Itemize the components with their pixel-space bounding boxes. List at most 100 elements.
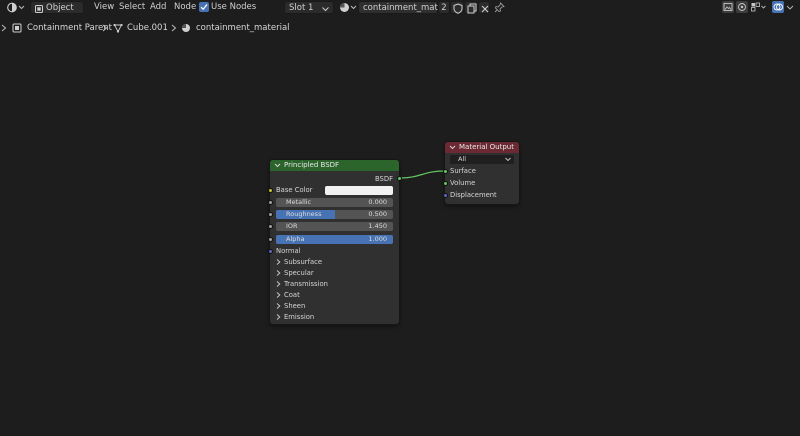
alpha-field[interactable]: Alpha 1.000 [276, 235, 393, 244]
snap-grid-icon [751, 2, 766, 12]
ior-label: IOR [286, 222, 298, 230]
target-dropdown[interactable]: All [450, 154, 514, 164]
chevron-right-icon [276, 270, 281, 276]
bsdf-output-socket[interactable] [396, 176, 402, 181]
panel-label: Emission [284, 313, 315, 321]
menu-view[interactable]: View [94, 1, 114, 14]
base-color-swatch[interactable] [325, 185, 393, 195]
metallic-value: 0.000 [368, 198, 387, 206]
surface-label: Surface [450, 167, 476, 175]
base-color-socket[interactable] [267, 188, 273, 193]
surface-socket[interactable] [442, 168, 448, 174]
menu-add[interactable]: Add [150, 1, 166, 14]
shader-editor-icon [7, 2, 25, 13]
chevron-right-icon [1, 24, 7, 32]
panel-label: Transmission [284, 280, 328, 288]
pin-button[interactable] [494, 2, 505, 13]
ior-value: 1.450 [368, 222, 387, 230]
target-value: All [458, 154, 467, 163]
roughness-field[interactable]: Roughness 0.500 [276, 210, 393, 219]
node-header[interactable]: Principled BSDF [270, 160, 399, 171]
normal-label: Normal [276, 247, 301, 255]
menu-node[interactable]: Node [174, 1, 196, 14]
mode-dropdown[interactable]: Object [30, 1, 84, 14]
editor-type-dropdown[interactable] [6, 1, 26, 14]
material-sphere-icon [182, 24, 190, 32]
normal-socket[interactable] [267, 249, 273, 254]
snap-options-dropdown[interactable] [750, 1, 768, 13]
duplicate-material-button[interactable] [464, 1, 478, 14]
node-title: Material Output [459, 143, 514, 151]
principled-bsdf-node[interactable]: Principled BSDF BSDF Base Color Metallic… [267, 160, 402, 324]
bsdf-output-label: BSDF [374, 175, 393, 183]
roughness-socket[interactable] [267, 212, 273, 217]
object-mode-icon [35, 4, 43, 13]
checkmark-icon [200, 4, 208, 11]
user-count-button[interactable]: 2 [438, 1, 450, 14]
use-nodes-label[interactable]: Use Nodes [211, 1, 256, 14]
base-color-label: Base Color [276, 186, 313, 194]
node-editor-header: Object View Select Add Node Use Nodes Sl… [0, 0, 800, 15]
unlink-material-button[interactable] [478, 1, 490, 14]
backdrop-button[interactable] [722, 1, 734, 13]
metallic-label: Metallic [286, 198, 312, 206]
use-nodes-checkbox[interactable] [199, 2, 209, 12]
slot-dropdown[interactable]: Slot 1 [284, 1, 334, 14]
displacement-label: Displacement [450, 191, 497, 199]
chevron-down-icon [322, 6, 329, 11]
overlays-dropdown[interactable] [785, 1, 795, 13]
material-name-field[interactable]: containment_material [358, 1, 457, 14]
chevron-right-icon [276, 303, 281, 309]
shield-icon [453, 3, 463, 14]
breadcrumb-material: containment_material [196, 23, 290, 33]
slot-label: Slot 1 [289, 3, 314, 13]
breadcrumb-mesh: Cube.001 [127, 23, 168, 33]
material-output-node[interactable]: Material Output All Surface Volume Displ… [442, 142, 519, 204]
object-icon [12, 23, 22, 33]
volume-socket[interactable] [442, 180, 448, 186]
roughness-label: Roughness [286, 210, 322, 218]
chevron-down-icon [505, 157, 511, 161]
panel-label: Sheen [284, 302, 306, 310]
snap-icon [738, 3, 746, 11]
chevron-right-icon [171, 24, 177, 32]
image-icon [723, 3, 733, 11]
duplicate-icon [467, 3, 477, 14]
panel-label: Subsurface [284, 258, 323, 266]
node-header[interactable]: Material Output [445, 142, 519, 153]
chevron-right-icon [276, 281, 281, 287]
metallic-field[interactable]: Metallic 0.000 [276, 198, 393, 207]
panel-label: Coat [284, 291, 300, 299]
chevron-right-icon [102, 24, 108, 32]
ior-field[interactable]: IOR 1.450 [276, 222, 393, 231]
snap-toggle-button[interactable] [736, 1, 748, 13]
close-icon [481, 5, 489, 12]
roughness-value: 0.500 [368, 210, 387, 218]
menu-select[interactable]: Select [119, 1, 145, 14]
chevron-down-icon[interactable] [449, 142, 456, 153]
node-link [399, 170, 445, 179]
chevron-down-icon[interactable] [274, 160, 281, 171]
mesh-icon [113, 23, 123, 33]
alpha-label: Alpha [286, 235, 305, 243]
panel-label: Specular [284, 269, 314, 277]
volume-label: Volume [450, 179, 476, 187]
browse-material-button[interactable] [338, 1, 358, 14]
overlays-button[interactable] [772, 1, 784, 13]
chevron-right-icon [276, 314, 281, 320]
ior-socket[interactable] [267, 224, 273, 229]
user-count: 2 [441, 3, 447, 13]
chevron-right-icon [276, 292, 281, 298]
fake-user-button[interactable] [450, 1, 464, 14]
node-title: Principled BSDF [284, 161, 340, 169]
mode-label: Object [46, 3, 74, 13]
material-sphere-icon [340, 3, 357, 12]
chevron-down-icon [786, 5, 794, 10]
displacement-socket[interactable] [442, 192, 448, 198]
breadcrumb-object: Containment Parent [27, 23, 112, 33]
pin-icon [494, 2, 505, 13]
alpha-socket[interactable] [267, 237, 273, 242]
metallic-socket[interactable] [267, 200, 273, 205]
overlay-icon [773, 3, 783, 11]
alpha-value: 1.000 [368, 235, 387, 243]
